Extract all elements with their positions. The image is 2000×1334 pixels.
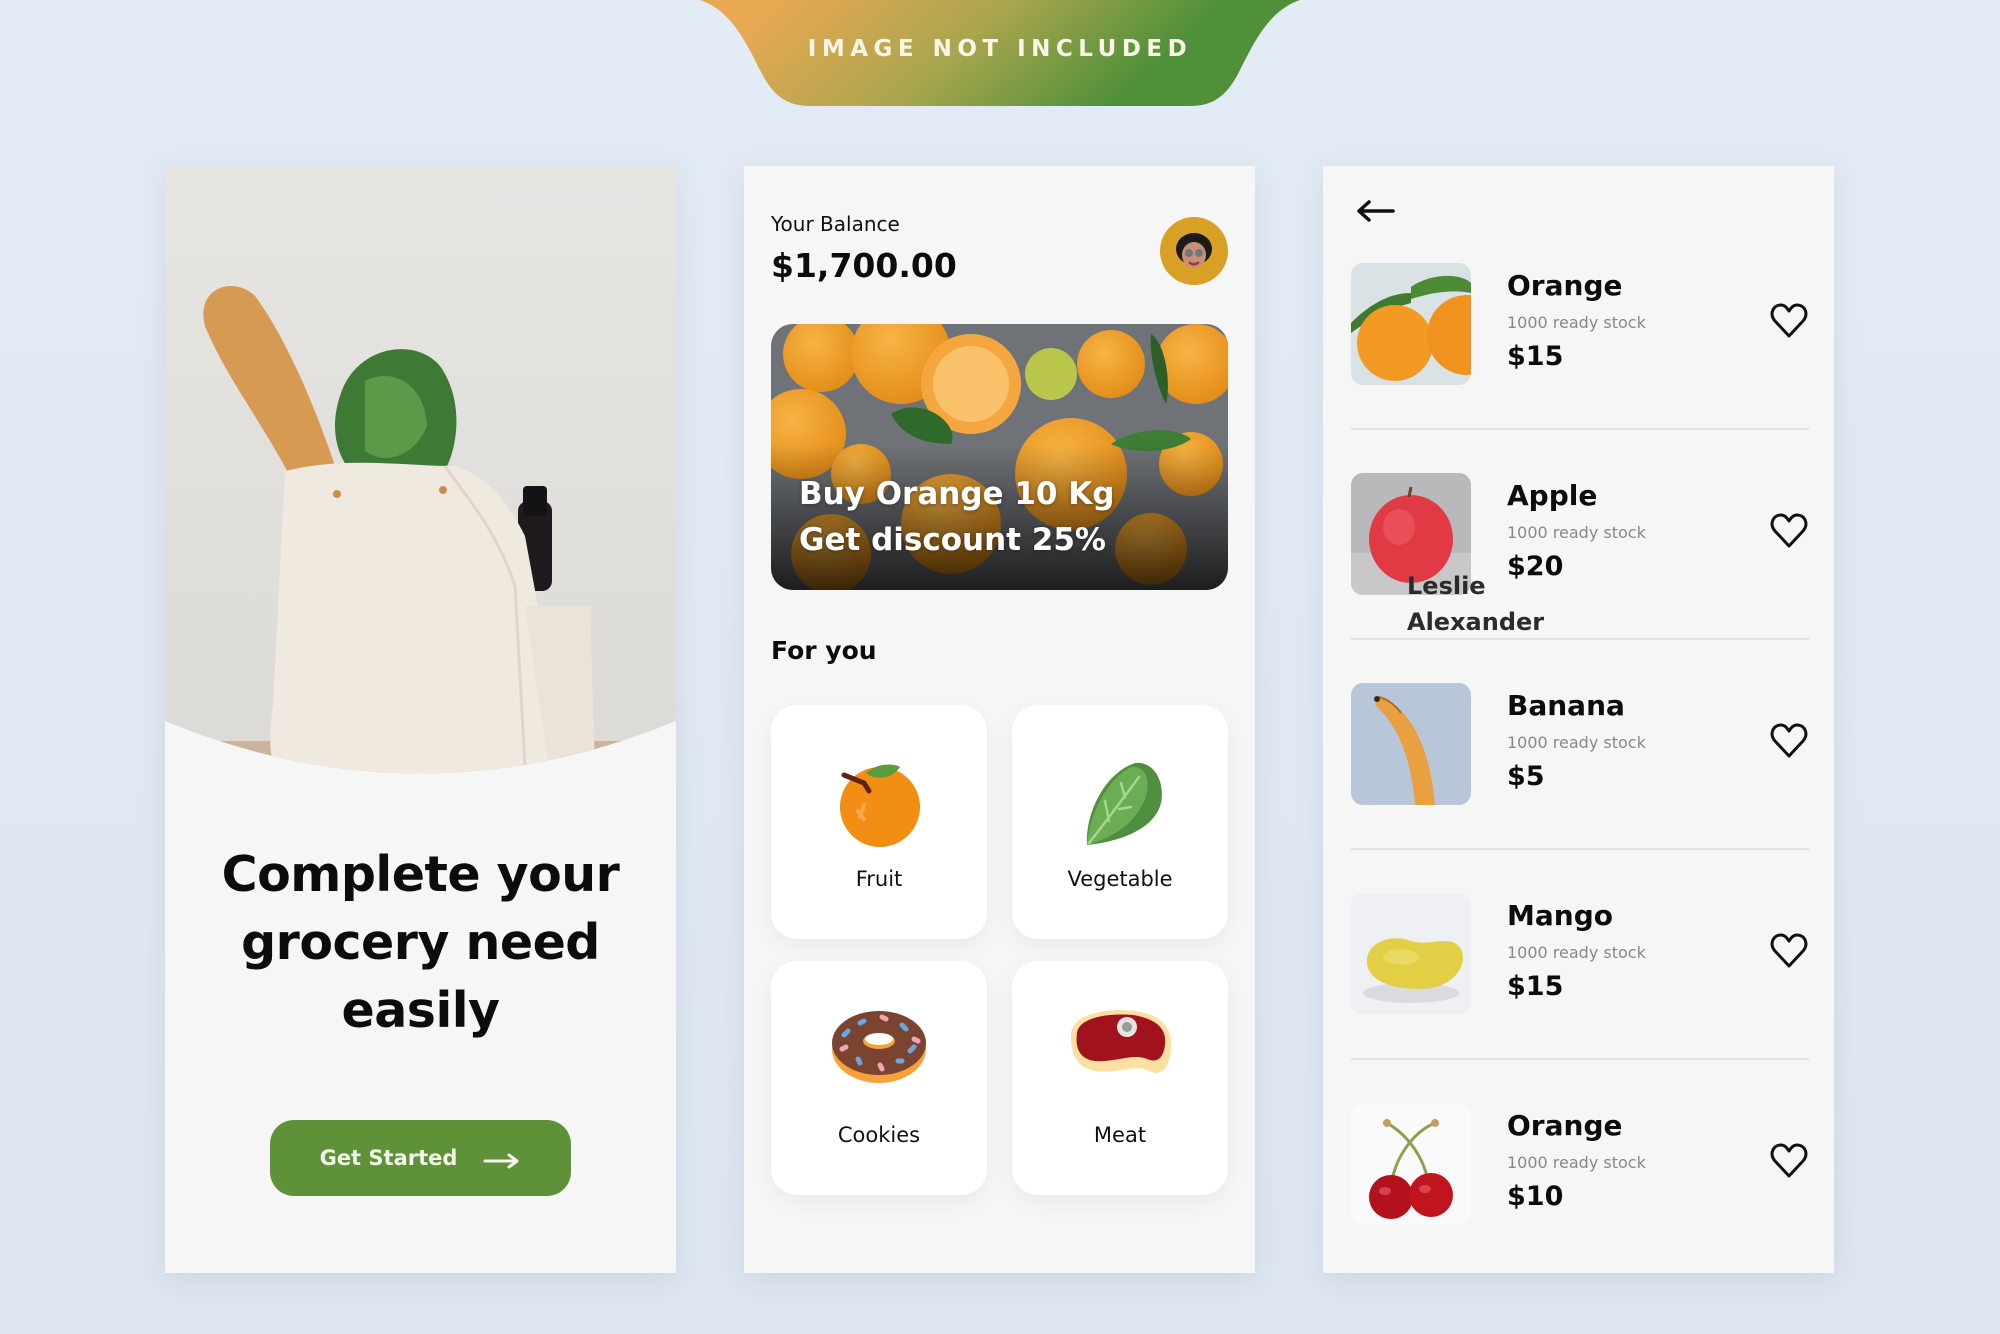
promo-line-2: Get discount 25%	[799, 522, 1106, 558]
category-fruit[interactable]: Fruit	[771, 705, 987, 939]
heart-icon	[1770, 303, 1808, 338]
product-stock: 1000 ready stock	[1507, 943, 1646, 962]
product-name: Banana	[1507, 689, 1625, 722]
product-list-screen: Orange 1000 ready stock $15 Apple 1000 r…	[1323, 166, 1834, 1273]
category-vegetable[interactable]: Vegetable	[1012, 705, 1228, 939]
product-stock: 1000 ready stock	[1507, 313, 1646, 332]
arrow-right-icon	[483, 1150, 521, 1169]
category-cookies[interactable]: Cookies	[771, 961, 987, 1195]
product-name: Orange	[1507, 1109, 1623, 1142]
product-stock: 1000 ready stock	[1507, 1153, 1646, 1172]
category-meat[interactable]: Meat	[1012, 961, 1228, 1195]
product-name: Apple	[1507, 479, 1598, 512]
cherries-photo	[1351, 1103, 1471, 1225]
for-you-title: For you	[771, 636, 877, 665]
category-label: Fruit	[855, 867, 903, 891]
arrow-left-icon	[1357, 200, 1395, 222]
favorite-button[interactable]	[1769, 1141, 1809, 1181]
overlay-first-name: Leslie	[1407, 572, 1486, 600]
get-started-label: Get Started	[319, 1146, 458, 1170]
get-started-button[interactable]: Get Started	[270, 1120, 571, 1196]
orange-photo	[1351, 263, 1471, 385]
back-button[interactable]	[1353, 196, 1397, 226]
product-price: $15	[1507, 341, 1564, 372]
product-price: $15	[1507, 971, 1564, 1002]
product-name: Mango	[1507, 899, 1613, 932]
image-not-included-banner: IMAGE NOT INCLUDED	[700, 0, 1300, 106]
product-item[interactable]: Orange 1000 ready stock $10	[1351, 1103, 1809, 1267]
user-avatar[interactable]	[1160, 217, 1228, 285]
product-price: $10	[1507, 1181, 1564, 1212]
favorite-button[interactable]	[1769, 301, 1809, 341]
product-item[interactable]: Banana 1000 ready stock $5	[1351, 683, 1809, 850]
product-item[interactable]: Mango 1000 ready stock $15	[1351, 893, 1809, 1060]
product-name: Orange	[1507, 269, 1623, 302]
grocery-bag-photo	[165, 166, 676, 786]
heart-icon	[1770, 723, 1808, 758]
orange-icon	[771, 743, 987, 853]
lettuce-icon	[1012, 743, 1228, 853]
product-stock: 1000 ready stock	[1507, 733, 1646, 752]
headline-line: grocery need	[241, 914, 600, 971]
heart-icon	[1770, 1143, 1808, 1178]
overlay-name-text: Leslie Alexander	[1407, 568, 1544, 640]
headline-line: Complete your	[221, 846, 620, 903]
favorite-button[interactable]	[1769, 511, 1809, 551]
category-label: Cookies	[837, 1123, 921, 1147]
list-divider	[1351, 848, 1809, 850]
favorite-button[interactable]	[1769, 721, 1809, 761]
onboarding-screen: Complete your grocery need easily Get St…	[165, 166, 676, 1273]
product-item[interactable]: Orange 1000 ready stock $15	[1351, 263, 1809, 430]
product-stock: 1000 ready stock	[1507, 523, 1646, 542]
steak-icon	[1012, 999, 1228, 1109]
category-label: Vegetable	[1067, 867, 1173, 891]
balance-label: Your Balance	[771, 212, 900, 236]
promo-banner[interactable]: Buy Orange 10 Kg Get discount 25%	[771, 324, 1228, 590]
mango-photo	[1351, 893, 1471, 1015]
list-divider	[1351, 428, 1809, 430]
heart-icon	[1770, 933, 1808, 968]
promo-line-1: Buy Orange 10 Kg	[799, 476, 1115, 512]
banner-text: IMAGE NOT INCLUDED	[807, 36, 1193, 62]
onboarding-headline: Complete your grocery need easily	[165, 841, 676, 1045]
banana-photo	[1351, 683, 1471, 805]
balance-value: $1,700.00	[771, 246, 957, 285]
category-label: Meat	[1093, 1123, 1147, 1147]
overlay-last-name: Alexander	[1407, 608, 1545, 636]
donut-icon	[771, 999, 987, 1109]
heart-icon	[1770, 513, 1808, 548]
product-price: $5	[1507, 761, 1545, 792]
list-divider	[1351, 1058, 1809, 1060]
favorite-button[interactable]	[1769, 931, 1809, 971]
home-screen: Your Balance $1,700.00 Buy Orange 10 Kg …	[744, 166, 1255, 1273]
headline-line: easily	[341, 982, 501, 1039]
promo-text: Buy Orange 10 Kg Get discount 25%	[799, 471, 1114, 563]
